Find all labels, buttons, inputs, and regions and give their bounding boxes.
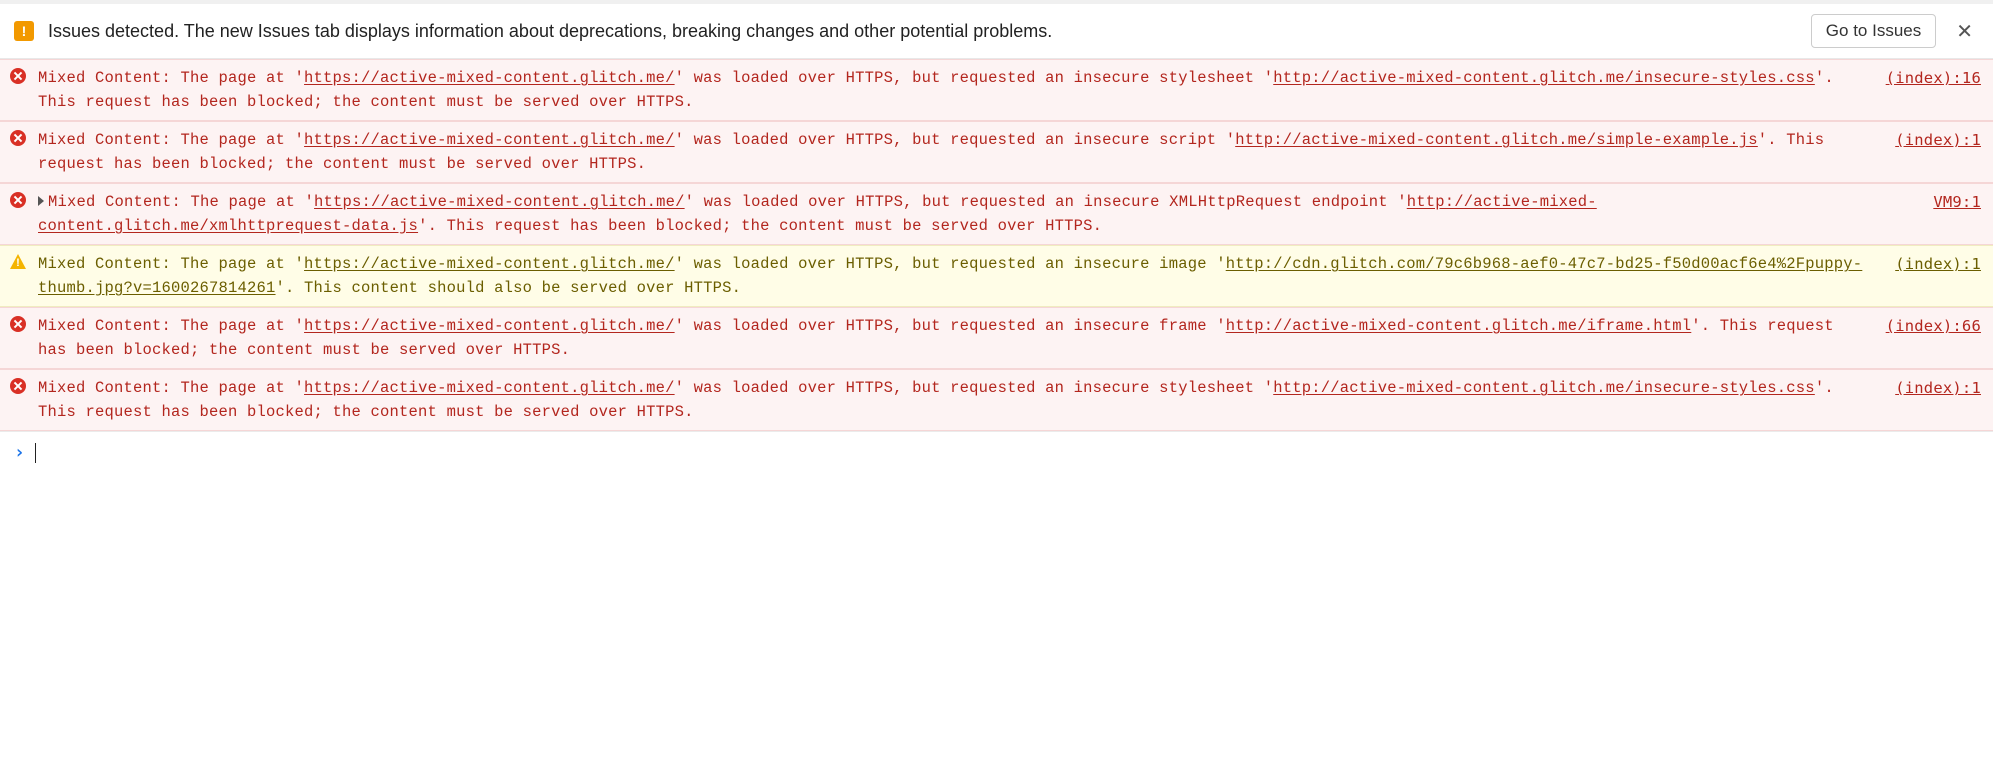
expand-caret-icon[interactable] [38, 196, 44, 206]
source-link[interactable]: (index):1 [1875, 128, 1981, 152]
resource-url-link[interactable]: http://active-mixed-content.glitch.me/si… [1235, 131, 1758, 149]
source-link[interactable]: (index):16 [1866, 66, 1981, 90]
error-icon [10, 130, 26, 146]
close-icon[interactable]: ✕ [1950, 19, 1979, 44]
error-icon [10, 378, 26, 394]
error-icon [10, 316, 26, 332]
page-url-link[interactable]: https://active-mixed-content.glitch.me/ [304, 131, 675, 149]
resource-url-link[interactable]: http://active-mixed-content.glitch.me/in… [1273, 69, 1815, 87]
console-message: Mixed Content: The page at 'https://acti… [38, 252, 1865, 300]
error-icon [10, 68, 26, 84]
page-url-link[interactable]: https://active-mixed-content.glitch.me/ [314, 193, 685, 211]
console-row-error: Mixed Content: The page at 'https://acti… [0, 369, 1993, 431]
console-row-error: Mixed Content: The page at 'https://acti… [0, 307, 1993, 369]
console-prompt-row[interactable]: › [0, 432, 1993, 473]
resource-url-link[interactable]: http://active-mixed-content.glitch.me/if… [1226, 317, 1692, 335]
console-log: Mixed Content: The page at 'https://acti… [0, 59, 1993, 432]
page-url-link[interactable]: https://active-mixed-content.glitch.me/ [304, 317, 675, 335]
go-to-issues-button[interactable]: Go to Issues [1811, 14, 1936, 48]
error-icon [10, 192, 26, 208]
page-url-link[interactable]: https://active-mixed-content.glitch.me/ [304, 69, 675, 87]
issues-icon: ! [14, 21, 34, 41]
console-message: Mixed Content: The page at 'https://acti… [38, 190, 1903, 238]
issues-bar: ! Issues detected. The new Issues tab di… [0, 0, 1993, 59]
console-row-error: Mixed Content: The page at 'https://acti… [0, 183, 1993, 245]
issues-text: Issues detected. The new Issues tab disp… [48, 21, 1797, 42]
warning-icon [10, 254, 26, 269]
console-row-warning: Mixed Content: The page at 'https://acti… [0, 245, 1993, 307]
source-link[interactable]: VM9:1 [1913, 190, 1981, 214]
page-url-link[interactable]: https://active-mixed-content.glitch.me/ [304, 255, 675, 273]
page-url-link[interactable]: https://active-mixed-content.glitch.me/ [304, 379, 675, 397]
console-message: Mixed Content: The page at 'https://acti… [38, 314, 1856, 362]
source-link[interactable]: (index):1 [1875, 252, 1981, 276]
console-message: Mixed Content: The page at 'https://acti… [38, 128, 1865, 176]
console-message: Mixed Content: The page at 'https://acti… [38, 66, 1856, 114]
resource-url-link[interactable]: http://active-mixed-content.glitch.me/in… [1273, 379, 1815, 397]
console-message: Mixed Content: The page at 'https://acti… [38, 376, 1865, 424]
prompt-cursor [35, 443, 36, 463]
source-link[interactable]: (index):1 [1875, 376, 1981, 400]
console-row-error: Mixed Content: The page at 'https://acti… [0, 59, 1993, 121]
console-row-error: Mixed Content: The page at 'https://acti… [0, 121, 1993, 183]
prompt-chevron-icon: › [14, 442, 25, 463]
source-link[interactable]: (index):66 [1866, 314, 1981, 338]
